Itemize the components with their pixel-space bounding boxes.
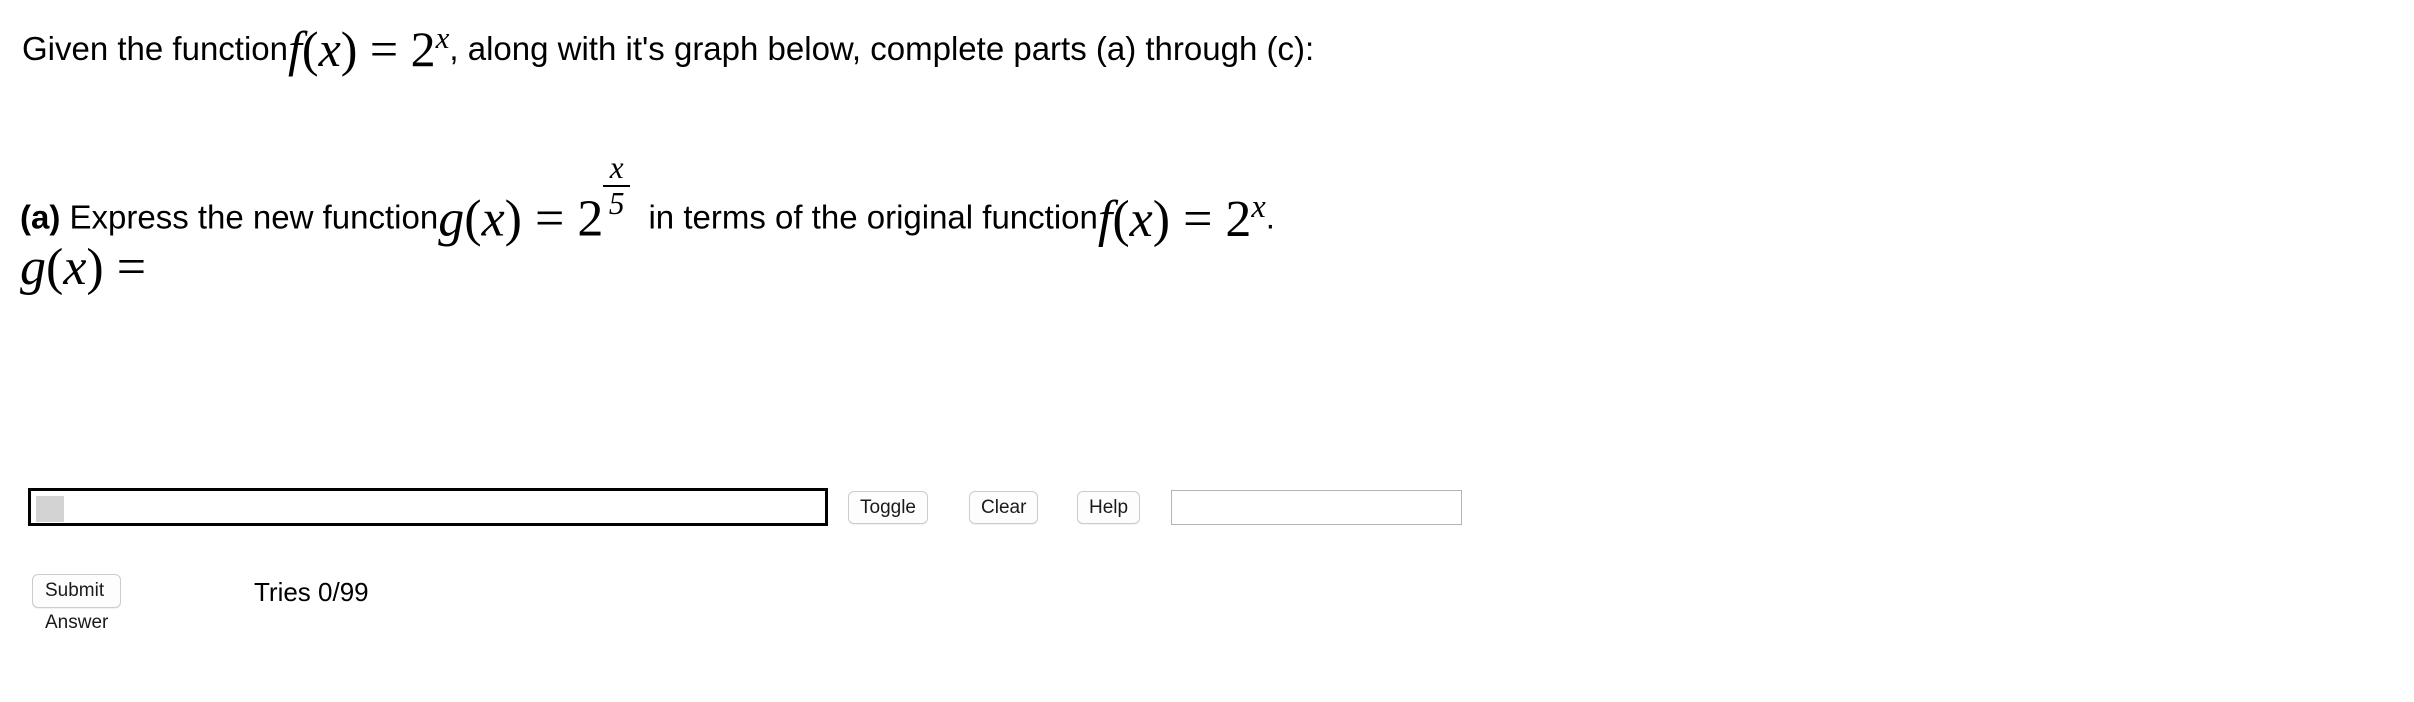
clear-button[interactable]: Clear [969,491,1039,524]
part-a-spacer [630,199,648,236]
variable-x: x [63,239,87,296]
part-a-instruction-text: Express the new function [69,198,439,236]
answer-preview-input[interactable] [1171,490,1462,525]
equals-sign: = [116,239,147,296]
question-intro-text: Given the function [22,30,288,67]
open-paren: ( [46,239,64,296]
base-2: 2 [1225,190,1252,248]
close-paren: ) [1152,190,1171,248]
formula-f-of-x-equals-2-to-the-x-reference: f(x) = 2x [1097,188,1266,248]
equals-sign: = [369,21,399,77]
part-a-middle-text: in terms of the original function [648,198,1098,236]
math-answer-input[interactable] [28,488,828,526]
part-a-line: (a) Express the new functiong(x) = 2x5 i… [20,148,1275,248]
formula-g-of-x-equals-2-to-the-x-over-5: g(x) = 2x5 [438,152,631,249]
formula-g-of-x-equals: g(x) = [20,238,146,297]
tries-counter: Tries 0/99 [254,577,369,607]
part-a-label: (a) [20,198,61,236]
question-outro-text: , along with it's graph below, complete … [449,30,1315,67]
part-a-text-before [60,199,69,236]
exponent-fraction-x-over-5: x5 [603,152,631,222]
function-name-g: g [20,239,46,296]
formula-f-of-x-equals-2-to-the-x: f(x) = 2x [288,20,450,77]
function-name-g: g [438,190,465,248]
open-paren: ( [464,190,482,248]
part-a-period: . [1265,198,1275,236]
variable-x: x [1129,190,1153,248]
toggle-button[interactable]: Toggle [848,491,928,524]
open-paren: ( [301,21,319,77]
open-paren: ( [1112,190,1130,248]
fraction-numerator-x: x [603,152,631,187]
submit-answer-button[interactable]: Submit Answer [32,574,122,633]
text-cursor-block [36,496,64,522]
close-paren: ) [86,239,104,296]
base-2: 2 [410,21,436,77]
variable-x: x [318,21,341,77]
variable-x: x [481,190,505,248]
equals-sign: = [534,190,565,248]
question-statement-line: Given the functionf(x) = 2x, along with … [22,14,1315,77]
function-name-f: f [288,21,302,77]
equals-sign: = [1183,190,1213,248]
answer-prompt-line: g(x) = [20,238,146,297]
close-paren: ) [340,21,358,77]
base-2: 2 [577,190,604,248]
close-paren: ) [504,190,522,248]
fraction-denominator-5: 5 [608,186,625,222]
function-name-f: f [1097,190,1113,248]
help-button[interactable]: Help [1077,491,1141,524]
